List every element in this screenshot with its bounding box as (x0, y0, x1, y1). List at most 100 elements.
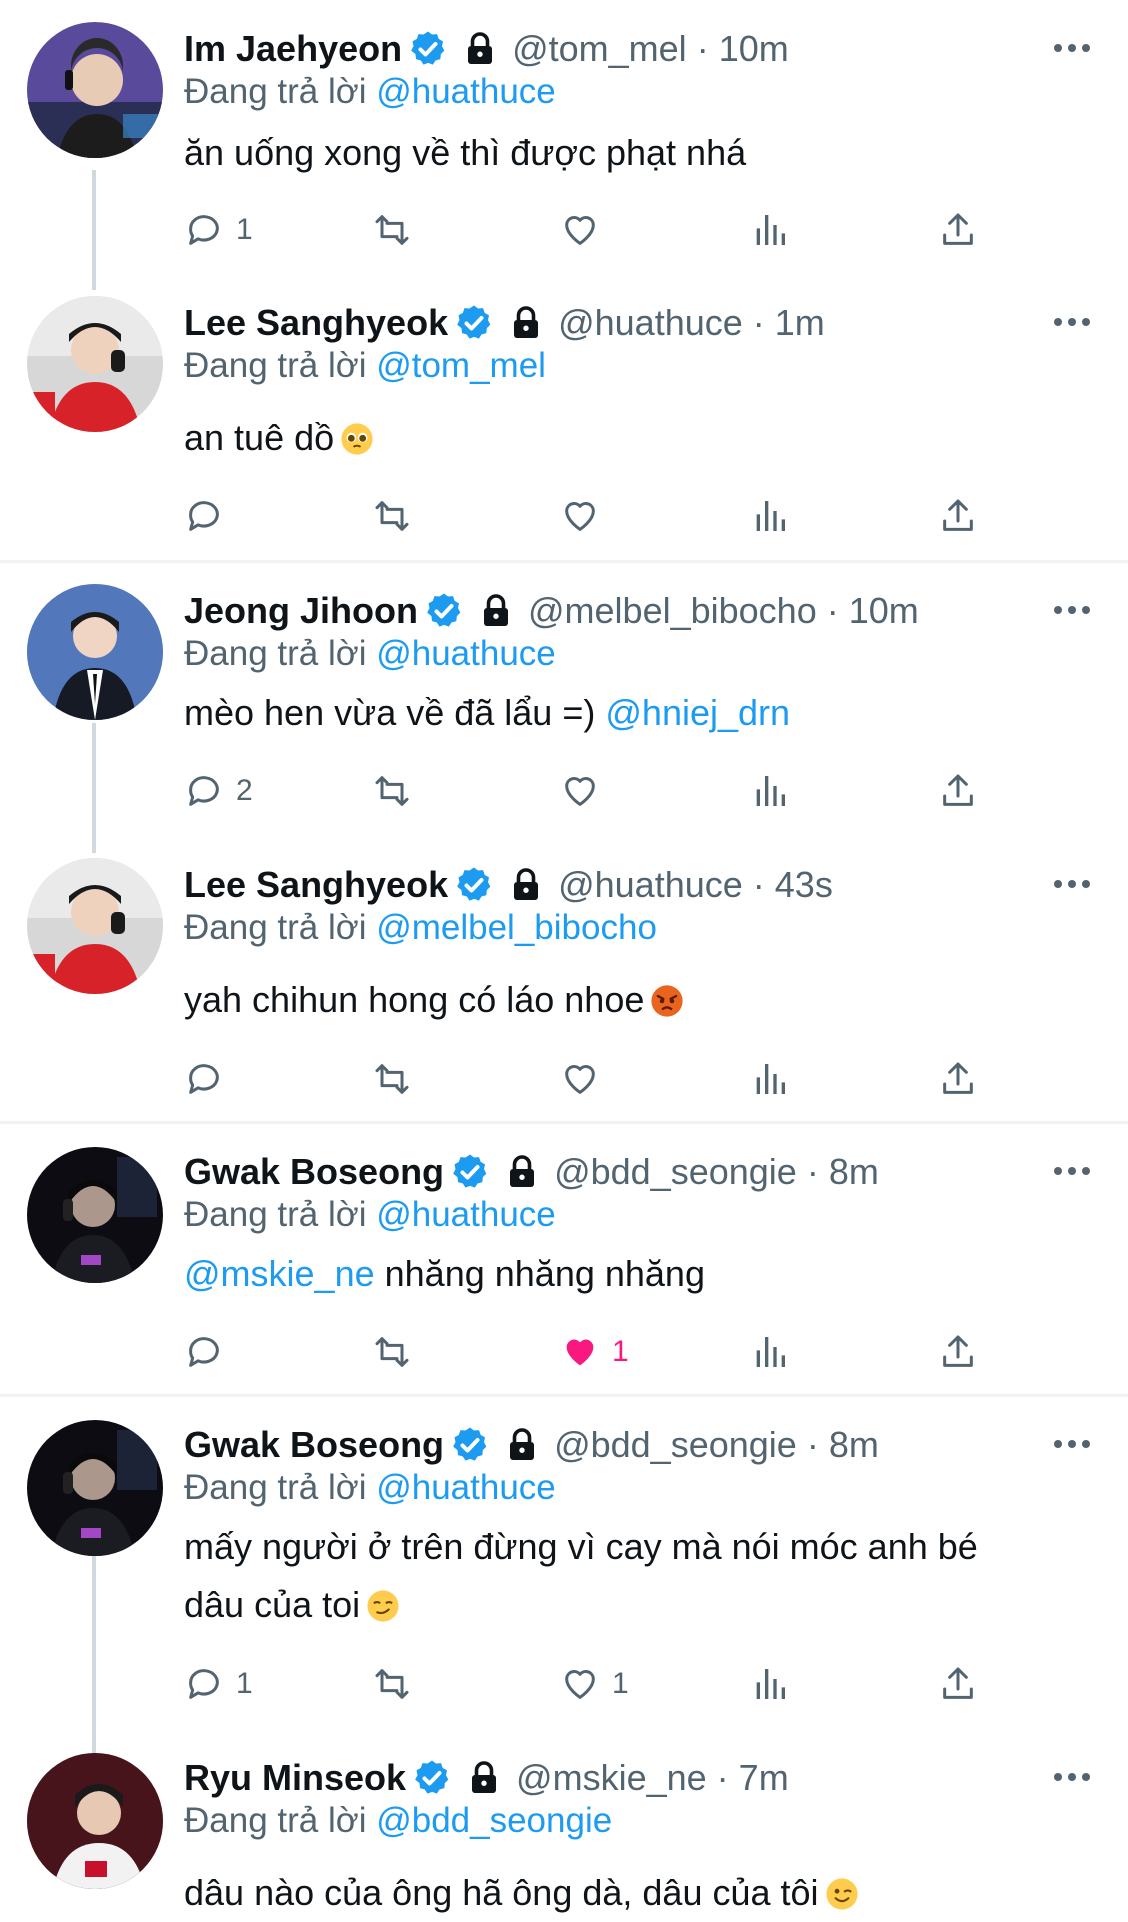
tweet-header: Jeong Jihoon @melbel_bibocho · 10m (184, 586, 919, 636)
display-name[interactable]: Im Jaehyeon (184, 28, 402, 70)
like-button[interactable]: 1 (560, 1327, 629, 1377)
avatar[interactable] (27, 22, 163, 158)
timestamp[interactable]: 10m (719, 28, 789, 69)
verified-badge-icon (453, 1154, 487, 1188)
reply-to-mention[interactable]: @huathuce (376, 634, 556, 673)
timestamp[interactable]: 1m (775, 302, 825, 343)
share-button[interactable] (938, 491, 978, 541)
like-button[interactable] (560, 205, 612, 255)
analytics-button[interactable] (750, 205, 790, 255)
share-button[interactable] (938, 1054, 978, 1104)
retweet-button[interactable] (372, 766, 412, 816)
reply-button[interactable]: 1 (184, 205, 253, 255)
display-name[interactable]: Lee Sanghyeok (184, 302, 448, 344)
reply-button[interactable]: 1 (184, 1659, 253, 1709)
reply-button[interactable] (184, 491, 236, 541)
avatar[interactable] (27, 584, 163, 720)
lock-icon (510, 1155, 535, 1187)
mention-link[interactable]: @hniej_drn (605, 692, 790, 733)
analytics-button[interactable] (750, 1327, 790, 1377)
mention-link[interactable]: @mskie_ne (184, 1253, 375, 1294)
more-options-icon[interactable] (1052, 600, 1092, 620)
share-button[interactable] (938, 1659, 978, 1709)
analytics-button[interactable] (750, 491, 790, 541)
smirking-face-emoji-icon (367, 1590, 399, 1622)
replying-to: Đang trả lời @huathuce (184, 632, 556, 676)
timestamp[interactable]: 10m (849, 590, 919, 631)
more-options-icon[interactable] (1052, 1767, 1092, 1787)
more-options-icon[interactable] (1052, 38, 1092, 58)
analytics-icon (756, 1669, 785, 1699)
display-name[interactable]: Ryu Minseok (184, 1757, 406, 1799)
tweet-header: Gwak Boseong @bdd_seongie · 8m (184, 1147, 879, 1197)
tweet-header: Lee Sanghyeok @huathuce · 1m (184, 298, 825, 348)
avatar[interactable] (27, 858, 163, 994)
avatar[interactable] (27, 1147, 163, 1283)
reply-to-mention[interactable]: @huathuce (376, 1468, 556, 1507)
tweet-header: Im Jaehyeon @tom_mel · 10m (184, 24, 789, 74)
tweet-actions (184, 1054, 1004, 1104)
tweet-actions: 1 1 (184, 1659, 1004, 1709)
analytics-icon (756, 776, 785, 806)
handle[interactable]: @bdd_seongie (554, 1151, 797, 1192)
more-options-icon[interactable] (1052, 1434, 1092, 1454)
tweet-actions: 1 (184, 205, 1004, 255)
reply-to-mention[interactable]: @tom_mel (376, 346, 546, 385)
handle[interactable]: @melbel_bibocho (528, 590, 817, 631)
timestamp[interactable]: 43s (775, 864, 833, 905)
display-name[interactable]: Jeong Jihoon (184, 590, 418, 632)
avatar[interactable] (27, 296, 163, 432)
tweet-text: an tuê dồ (184, 409, 1064, 467)
tweet-text-content: nhăng nhăng nhăng (384, 1253, 705, 1294)
heart-icon (565, 1065, 595, 1094)
tweet-text-content: mèo hen vừa về đã lẩu =) (184, 692, 596, 733)
avatar[interactable] (27, 1753, 163, 1889)
reply-button[interactable] (184, 1054, 236, 1104)
timestamp[interactable]: 7m (739, 1757, 789, 1798)
reply-button[interactable]: 2 (184, 766, 253, 816)
like-button[interactable] (560, 1054, 612, 1104)
share-icon (943, 499, 973, 531)
handle[interactable]: @mskie_ne (516, 1757, 707, 1798)
reply-button[interactable] (184, 1327, 236, 1377)
reply-prefix: Đang trả lời (184, 634, 367, 673)
analytics-button[interactable] (750, 766, 790, 816)
thread-divider (0, 560, 1128, 563)
share-button[interactable] (938, 205, 978, 255)
reply-to-mention[interactable]: @huathuce (376, 1195, 556, 1234)
retweet-button[interactable] (372, 491, 412, 541)
display-name[interactable]: Gwak Boseong (184, 1151, 444, 1193)
display-name[interactable]: Lee Sanghyeok (184, 864, 448, 906)
like-button[interactable]: 1 (560, 1659, 629, 1709)
analytics-button[interactable] (750, 1659, 790, 1709)
reply-to-mention[interactable]: @melbel_bibocho (376, 908, 657, 947)
reply-prefix: Đang trả lời (184, 1195, 367, 1234)
more-options-icon[interactable] (1052, 1161, 1092, 1181)
like-button[interactable] (560, 766, 612, 816)
retweet-button[interactable] (372, 1054, 412, 1104)
handle[interactable]: @huathuce (558, 302, 743, 343)
more-options-icon[interactable] (1052, 874, 1092, 894)
share-button[interactable] (938, 1327, 978, 1377)
handle[interactable]: @tom_mel (512, 28, 687, 69)
avatar[interactable] (27, 1420, 163, 1556)
analytics-button[interactable] (750, 1054, 790, 1104)
handle[interactable]: @huathuce (558, 864, 743, 905)
reply-to-mention[interactable]: @huathuce (376, 72, 556, 111)
heart-icon (565, 216, 595, 245)
retweet-button[interactable] (372, 205, 412, 255)
reply-to-mention[interactable]: @bdd_seongie (376, 1801, 612, 1840)
retweet-button[interactable] (372, 1327, 412, 1377)
timestamp[interactable]: 8m (829, 1424, 879, 1465)
retweet-button[interactable] (372, 1659, 412, 1709)
tweet-text-line: dâu của toi (184, 1584, 361, 1625)
share-button[interactable] (938, 766, 978, 816)
reply-icon (189, 776, 219, 806)
reply-icon (189, 501, 219, 531)
more-options-icon[interactable] (1052, 312, 1092, 332)
timestamp[interactable]: 8m (829, 1151, 879, 1192)
display-name[interactable]: Gwak Boseong (184, 1424, 444, 1466)
handle[interactable]: @bdd_seongie (554, 1424, 797, 1465)
like-button[interactable] (560, 491, 612, 541)
share-icon (943, 1667, 973, 1699)
